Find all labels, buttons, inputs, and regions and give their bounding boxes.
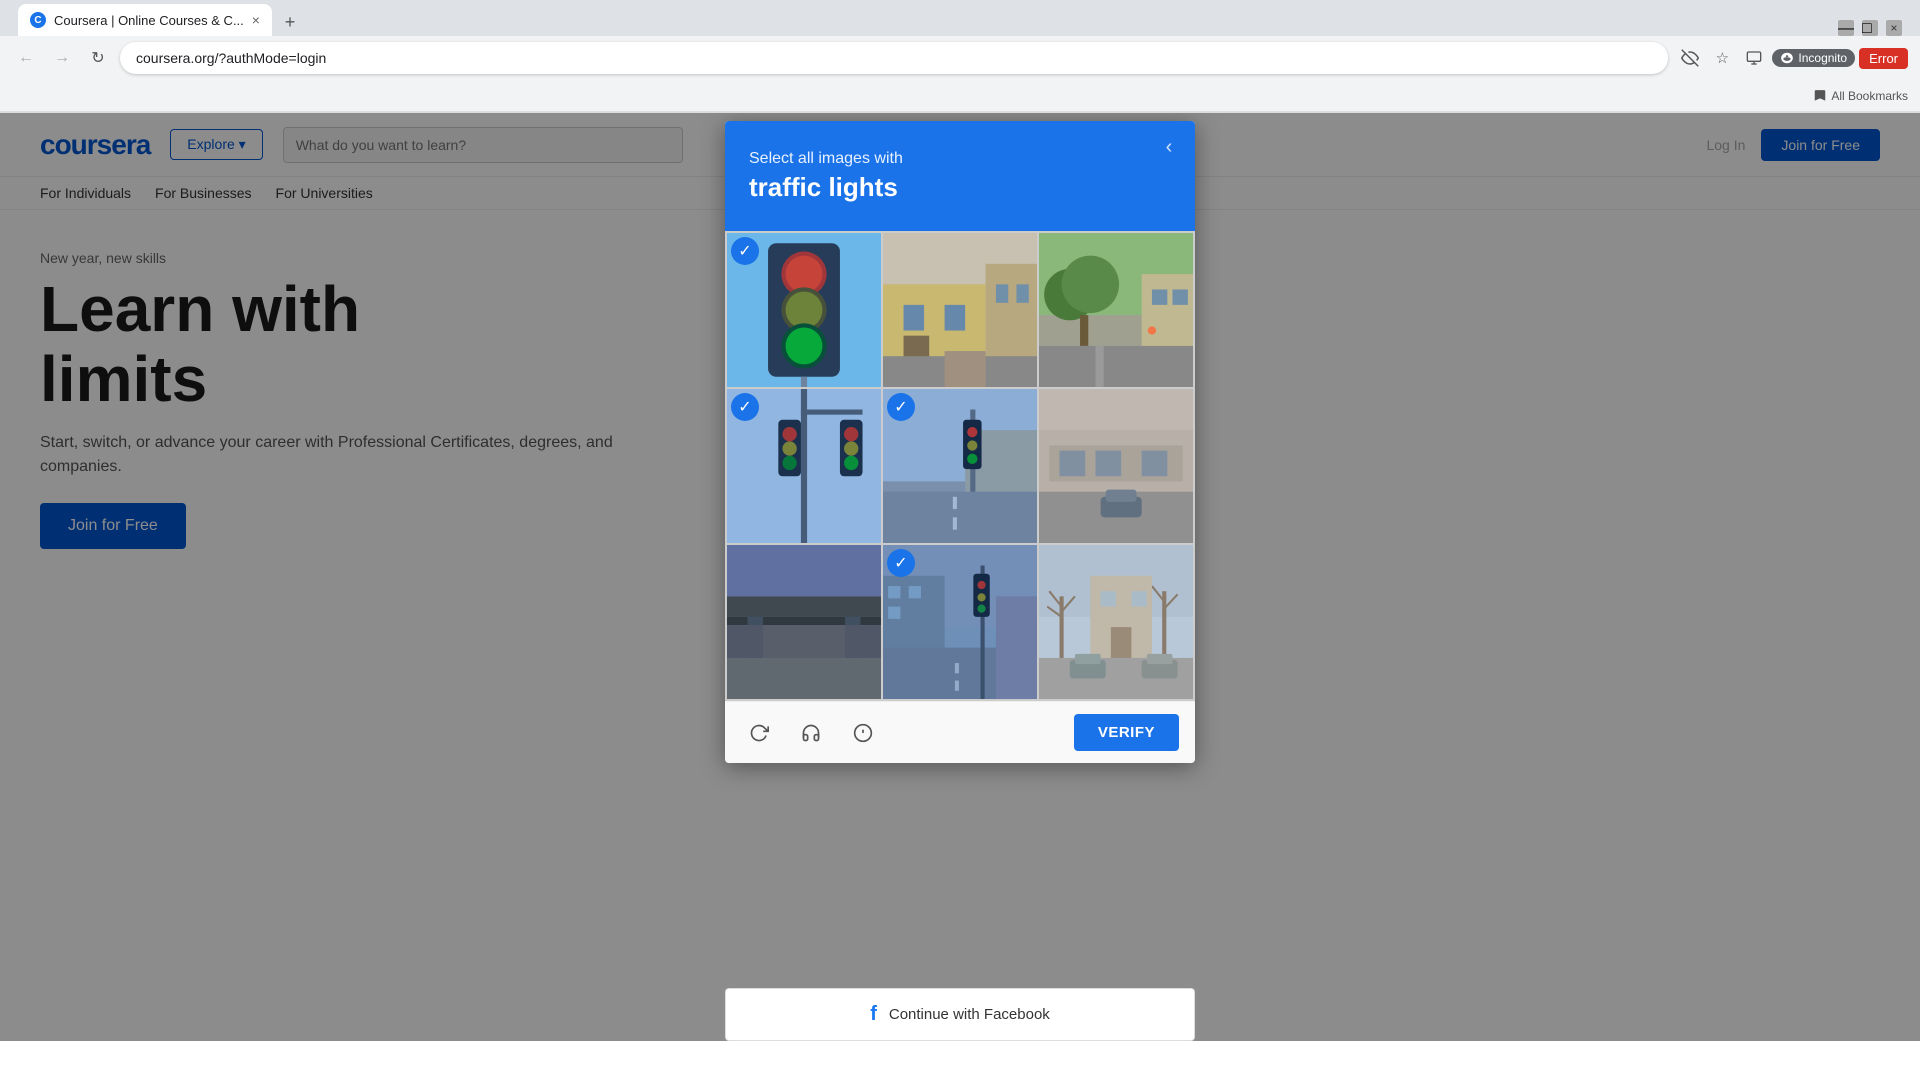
captcha-cell-8[interactable]: ✓ xyxy=(883,545,1037,699)
tab-title: Coursera | Online Courses & C... xyxy=(54,13,244,28)
close-window-button[interactable]: × xyxy=(1886,20,1902,36)
facebook-row: f Continue with Facebook xyxy=(725,988,1195,1041)
captcha-header: ‹ Select all images with traffic lights xyxy=(725,121,1195,231)
captcha-cell-6[interactable]: ✓ xyxy=(1039,389,1193,543)
facebook-label: Continue with Facebook xyxy=(889,1006,1050,1023)
audio-button[interactable] xyxy=(793,715,829,751)
facebook-icon: f xyxy=(870,1003,877,1026)
captcha-cell-9[interactable]: ✓ xyxy=(1039,545,1193,699)
captcha-cell-3[interactable]: ✓ xyxy=(1039,233,1193,387)
tab-favicon: C xyxy=(30,12,46,28)
page-content: coursera Explore ▾ Log In Join for Free … xyxy=(0,113,1920,1041)
maximize-button[interactable]: □ xyxy=(1862,20,1878,36)
captcha-modal: ‹ Select all images with traffic lights … xyxy=(725,121,1195,763)
captcha-cell-2[interactable]: ✓ xyxy=(883,233,1037,387)
address-bar-row: ← → ↻ ☆ xyxy=(0,36,1920,80)
back-button[interactable]: ← xyxy=(12,44,40,72)
bookmarks-text: All Bookmarks xyxy=(1831,89,1908,103)
error-badge[interactable]: Error xyxy=(1859,48,1908,69)
reload-button[interactable]: ↻ xyxy=(84,44,112,72)
tab-close-button[interactable]: × xyxy=(252,12,260,28)
captcha-cell-5[interactable]: ✓ xyxy=(883,389,1037,543)
browser-chrome: C Coursera | Online Courses & C... × + —… xyxy=(0,0,1920,113)
captcha-check-1: ✓ xyxy=(731,237,759,265)
tab-bar: C Coursera | Online Courses & C... × + —… xyxy=(0,0,1920,36)
captcha-footer: VERIFY xyxy=(725,701,1195,763)
captcha-cell-7[interactable]: ✓ xyxy=(727,545,881,699)
refresh-button[interactable] xyxy=(741,715,777,751)
minimize-button[interactable]: — xyxy=(1838,20,1854,36)
active-tab[interactable]: C Coursera | Online Courses & C... × xyxy=(18,4,272,36)
eyeoff-icon xyxy=(1676,44,1704,72)
new-tab-button[interactable]: + xyxy=(276,8,304,36)
captcha-check-8: ✓ xyxy=(887,549,915,577)
bookmarks-bar: All Bookmarks xyxy=(0,80,1920,112)
address-input[interactable] xyxy=(120,42,1668,74)
incognito-badge: Incognito xyxy=(1772,49,1855,67)
toolbar-right: ☆ Incognito Error xyxy=(1676,44,1908,72)
captcha-subtitle: Select all images with xyxy=(749,150,1171,168)
bookmarks-label[interactable]: All Bookmarks xyxy=(1813,89,1908,103)
captcha-cell-4[interactable]: ✓ xyxy=(727,389,881,543)
captcha-title: traffic lights xyxy=(749,172,1171,203)
captcha-check-4: ✓ xyxy=(731,393,759,421)
captcha-close-button[interactable]: ‹ xyxy=(1155,133,1183,161)
facebook-login-button[interactable]: f Continue with Facebook xyxy=(725,988,1195,1041)
verify-button[interactable]: VERIFY xyxy=(1074,714,1179,751)
star-icon[interactable]: ☆ xyxy=(1708,44,1736,72)
footer-icons xyxy=(741,715,881,751)
forward-button[interactable]: → xyxy=(48,44,76,72)
incognito-label: Incognito xyxy=(1798,51,1847,65)
captcha-grid: ✓ ✓ xyxy=(725,231,1195,701)
info-button[interactable] xyxy=(845,715,881,751)
captcha-check-5: ✓ xyxy=(887,393,915,421)
captcha-cell-1[interactable]: ✓ xyxy=(727,233,881,387)
device-icon[interactable] xyxy=(1740,44,1768,72)
